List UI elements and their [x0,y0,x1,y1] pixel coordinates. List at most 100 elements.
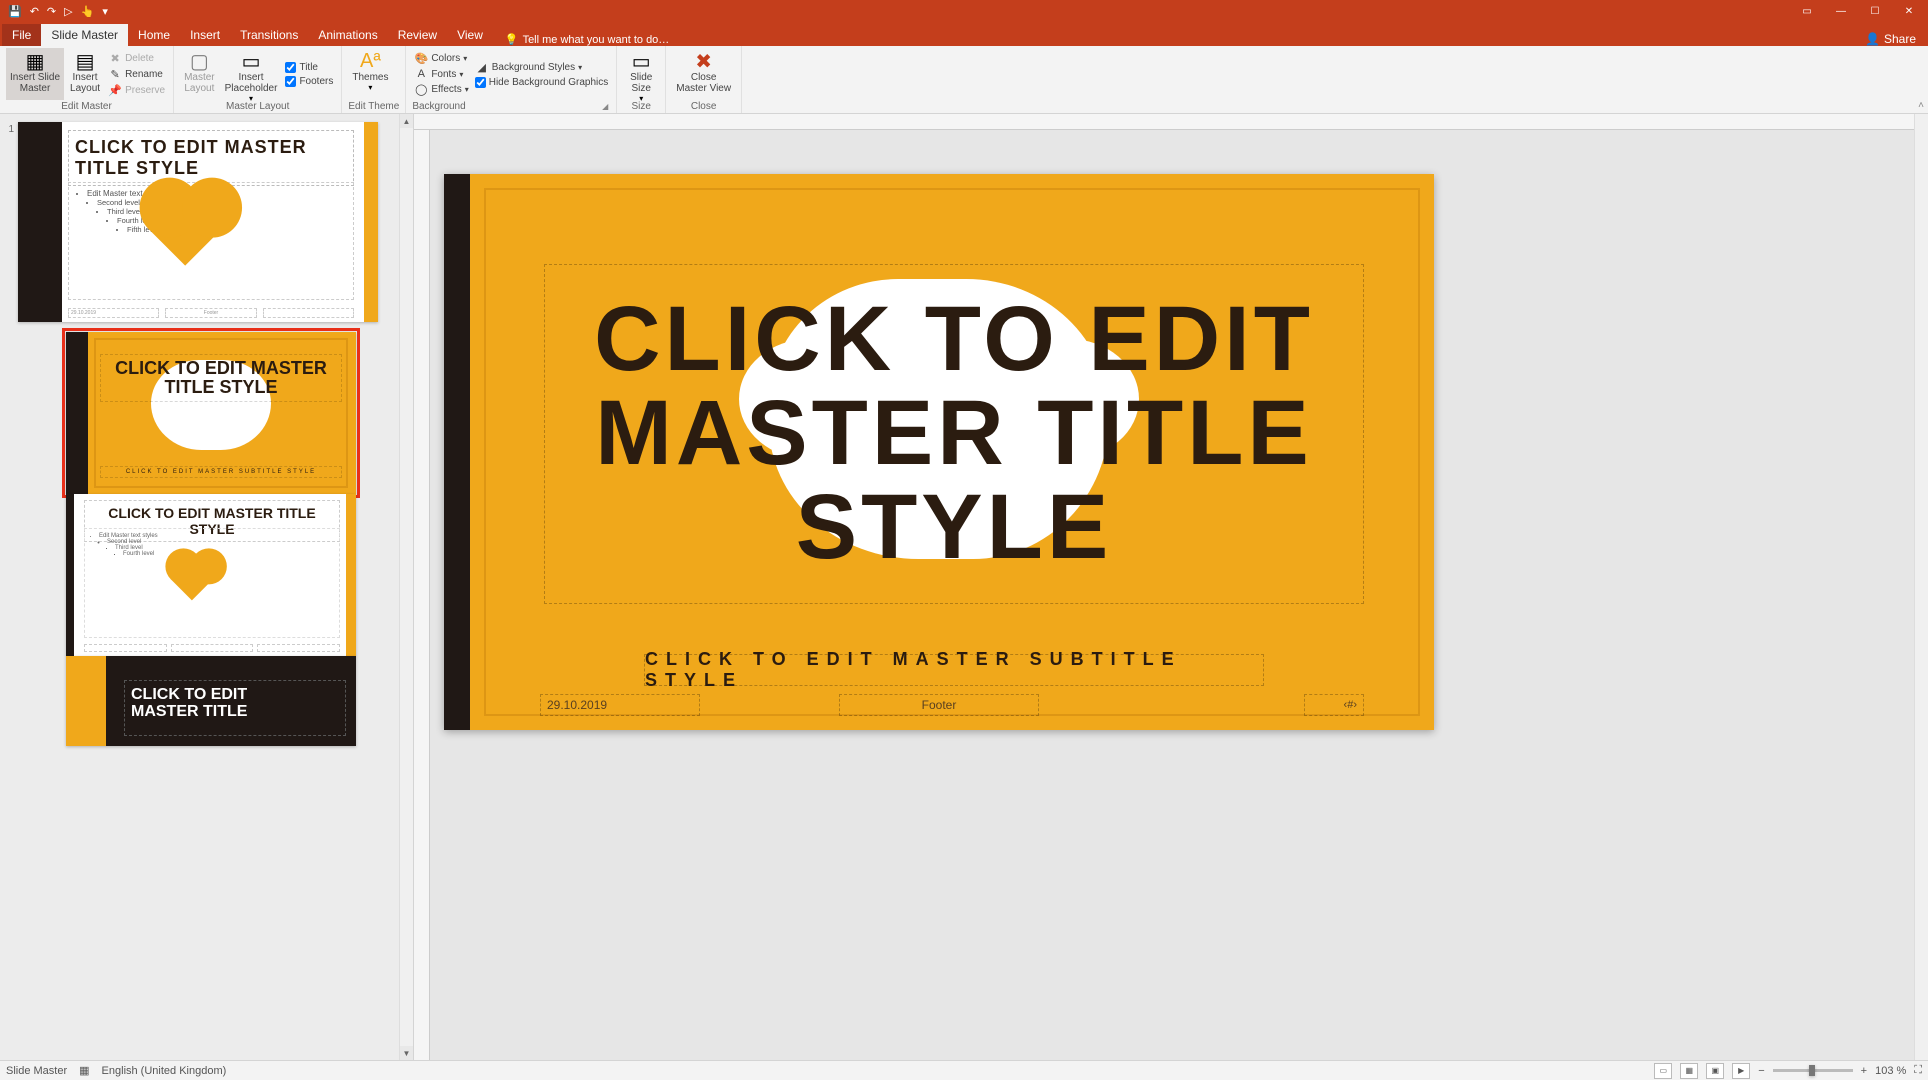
master-thumb-footer: Footer [165,308,256,318]
background-styles-button[interactable]: ◢Background Styles▾ [473,60,611,75]
ribbon-tab-strip: File Slide Master Home Insert Transition… [0,22,1928,46]
tab-review[interactable]: Review [388,24,447,46]
layout-thumbnail-section-header[interactable]: CLICK TO EDIT MASTER TITLE [66,656,356,746]
tab-file[interactable]: File [2,24,41,46]
slide-editor[interactable]: CLICK TO EDIT MASTER TITLE STYLE CLICK T… [444,174,1434,730]
zoom-percent[interactable]: 103 % [1875,1065,1906,1077]
layout2-date [84,644,167,652]
slide-number-placeholder[interactable]: ‹#› [1304,694,1364,716]
group-edit-master: ▦ Insert Slide Master ▤ Insert Layout ✖D… [0,46,174,113]
accessibility-icon[interactable]: ▦ [79,1064,89,1077]
normal-view-button[interactable]: ▭ [1654,1063,1672,1079]
zoom-slider-thumb[interactable] [1809,1065,1815,1076]
insert-placeholder-button[interactable]: ▭ Insert Placeholder▾ [221,48,282,100]
bg-styles-label: Background Styles [492,62,575,73]
subtitle-placeholder[interactable]: CLICK TO EDIT MASTER SUBTITLE STYLE [644,654,1264,686]
layout-icon: ▤ [76,50,95,72]
preserve-button[interactable]: 📌Preserve [106,83,167,98]
tab-insert[interactable]: Insert [180,24,230,46]
master-thumb-date: 29.10.2019 [68,308,159,318]
zoom-in-button[interactable]: + [1861,1065,1867,1077]
date-placeholder[interactable]: 29.10.2019 [540,694,700,716]
subtitle-placeholder-text: CLICK TO EDIT MASTER SUBTITLE STYLE [645,649,1263,691]
hide-bg-label: Hide Background Graphics [489,77,609,88]
slide-sorter-view-button[interactable]: ▦ [1680,1063,1698,1079]
tell-me-search[interactable]: 💡 Tell me what you want to do… [493,33,669,46]
horizontal-ruler[interactable] [414,114,1914,130]
fonts-button[interactable]: AFonts▾ [412,67,470,81]
slide-size-icon: ▭ [632,50,651,72]
layout3-title: CLICK TO EDIT MASTER TITLE [124,680,346,736]
tab-slide-master[interactable]: Slide Master [41,24,128,46]
delete-button[interactable]: ✖Delete [106,51,167,66]
touch-mode-icon[interactable]: 👆 [81,5,95,18]
layout-thumbnail-title-content[interactable]: CLICK TO EDIT MASTER TITLE STYLE Edit Ma… [66,494,356,656]
close-master-label: Close Master View [676,72,731,94]
hide-bg-check-input[interactable] [475,77,486,88]
canvas-scrollbar-vertical[interactable] [1914,114,1928,1060]
thumb-scroll-down-icon[interactable]: ▼ [400,1046,413,1060]
group-size: ▭ Slide Size▾ Size [617,46,666,113]
rename-button[interactable]: ✎Rename [106,67,167,82]
qat-more-icon[interactable]: ▾ [102,5,108,18]
master-layout-label: Master Layout [184,72,215,94]
themes-icon: Aª [360,50,381,72]
ribbon-display-options-icon[interactable]: ▭ [1790,0,1824,22]
slide-size-button[interactable]: ▭ Slide Size▾ [623,48,659,100]
ribbon: ▦ Insert Slide Master ▤ Insert Layout ✖D… [0,46,1928,114]
thumbnail-scrollbar[interactable]: ▲ ▼ [399,114,413,1060]
layout-thumbnail-title-slide[interactable]: CLICK TO EDIT MASTER TITLE STYLE CLICK T… [66,332,356,494]
group-background: 🎨Colors▾ AFonts▾ ◯Effects▾ ◢Background S… [406,46,617,113]
lightbulb-icon: 💡 [505,33,519,46]
start-from-beginning-icon[interactable]: ▷ [64,5,72,18]
group-label-background: Background◢ [412,101,610,113]
fit-to-window-button[interactable]: ⛶ [1914,1064,1922,1077]
undo-icon[interactable]: ↶ [30,5,39,18]
title-checkbox[interactable]: Title [283,61,335,74]
footers-checkbox[interactable]: Footers [283,75,335,88]
close-icon: ✖ [695,50,712,72]
share-button[interactable]: 👤 Share [1865,32,1928,46]
footer-placeholder[interactable]: Footer [839,694,1039,716]
background-dialog-launcher[interactable]: ◢ [600,102,610,111]
master-layout-button[interactable]: ▢ Master Layout [180,48,219,100]
footers-check-input[interactable] [285,76,296,87]
themes-button[interactable]: Aª Themes▾ [348,48,392,100]
close-master-view-button[interactable]: ✖ Close Master View [672,48,735,100]
window-controls: ▭ — ☐ ✕ [1790,0,1926,22]
group-close: ✖ Close Master View Close [666,46,742,113]
close-window-button[interactable]: ✕ [1892,0,1926,22]
thumb-scroll-up-icon[interactable]: ▲ [400,114,413,128]
save-icon[interactable]: 💾 [8,5,22,18]
layout1-title: CLICK TO EDIT MASTER TITLE STYLE [100,354,342,402]
vertical-ruler[interactable] [414,130,430,1060]
reading-view-button[interactable]: ▣ [1706,1063,1724,1079]
share-label: Share [1884,32,1916,46]
status-view-label: Slide Master [6,1065,67,1077]
effects-button[interactable]: ◯Effects▾ [412,82,470,97]
delete-label: Delete [125,53,154,64]
effects-label: Effects [431,84,461,95]
insert-layout-button[interactable]: ▤ Insert Layout [66,48,104,100]
layout2-leftbar [66,494,74,656]
title-check-input[interactable] [285,62,296,73]
minimize-button[interactable]: — [1824,0,1858,22]
tab-animations[interactable]: Animations [308,24,387,46]
maximize-button[interactable]: ☐ [1858,0,1892,22]
insert-slide-master-button[interactable]: ▦ Insert Slide Master [6,48,64,100]
status-language[interactable]: English (United Kingdom) [102,1065,227,1077]
collapse-ribbon-icon[interactable]: ˄ [1918,100,1924,111]
zoom-out-button[interactable]: − [1758,1065,1764,1077]
hide-bg-checkbox[interactable]: Hide Background Graphics [473,76,611,89]
slideshow-view-button[interactable]: ▶ [1732,1063,1750,1079]
group-edit-theme: Aª Themes▾ Edit Theme [342,46,406,113]
master-thumbnail[interactable]: CLICK TO EDIT MASTER TITLE STYLE Edit Ma… [18,122,378,322]
tab-home[interactable]: Home [128,24,180,46]
tab-view[interactable]: View [447,24,493,46]
tab-transitions[interactable]: Transitions [230,24,308,46]
colors-label: Colors [431,53,460,64]
colors-button[interactable]: 🎨Colors▾ [412,51,470,66]
title-placeholder[interactable]: CLICK TO EDIT MASTER TITLE STYLE [544,264,1364,604]
zoom-slider[interactable] [1773,1069,1853,1072]
redo-icon[interactable]: ↷ [47,5,56,18]
